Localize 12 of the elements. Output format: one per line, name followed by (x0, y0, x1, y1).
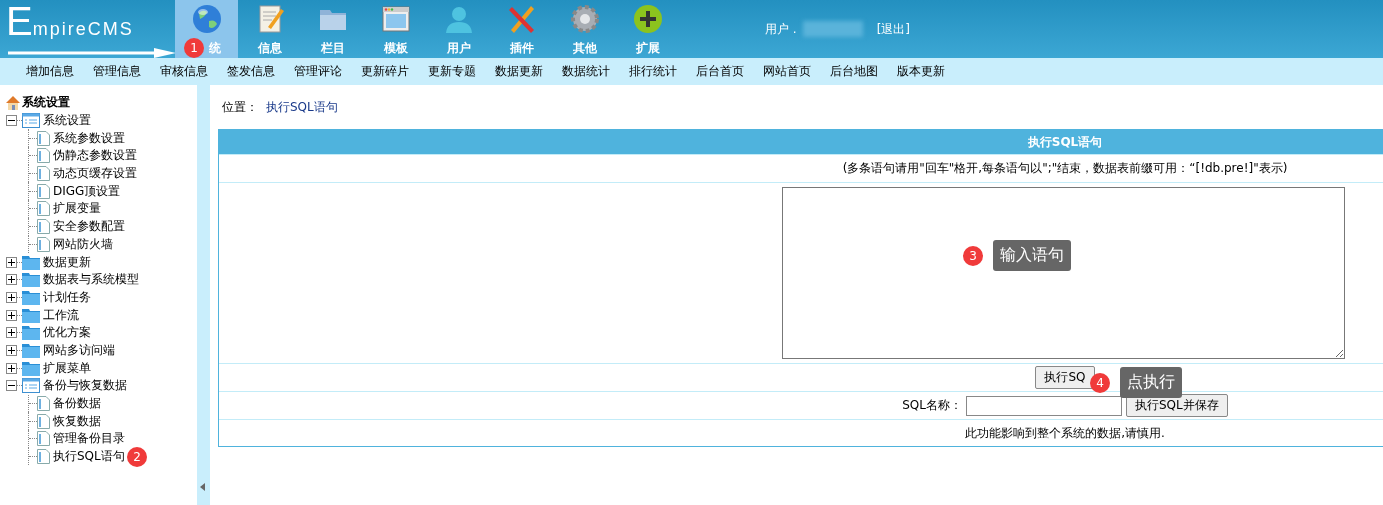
field-label: SQL名称： (902, 397, 962, 414)
breadcrumb-label: 位置： (222, 99, 258, 116)
warning-text: 此功能影响到整个系统的数据,请慎用. (964, 424, 1166, 442)
logo: EmpireCMS (0, 0, 175, 58)
table-title: 执行SQL语句 (1026, 133, 1104, 151)
step-number-tooltip: 4 (1090, 372, 1110, 393)
callout-tooltip: 输入语句 (993, 240, 1071, 271)
step-number-tooltip: 2 (127, 447, 147, 467)
callout-tooltip: 点执行 (1120, 367, 1182, 398)
tree-title: 系统设置 (22, 94, 70, 112)
hint-text: (多条语句请用"回车"格开,每条语句以";"结束，数据表前缀可用：“[!db.pre!]"表示) (841, 160, 1289, 177)
user-label: 用户 . (765, 20, 797, 38)
